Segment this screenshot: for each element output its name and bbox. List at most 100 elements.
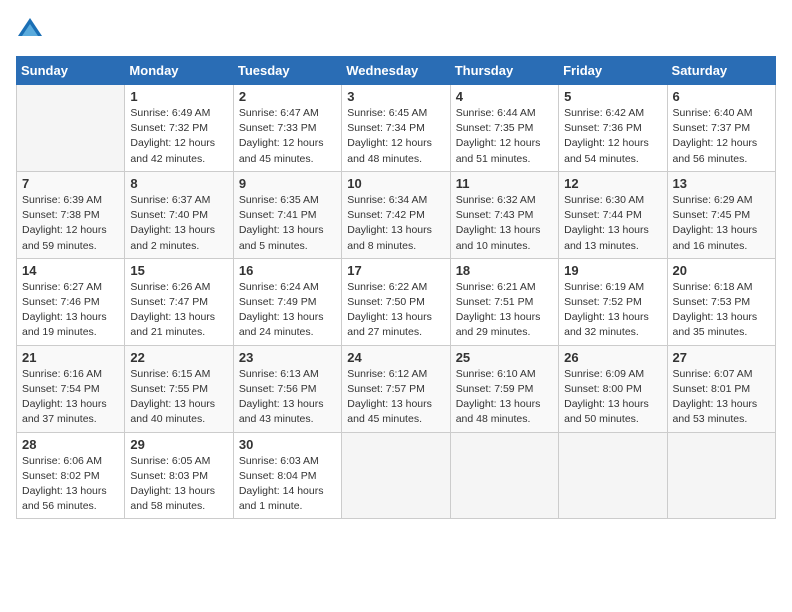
calendar-cell [667,432,775,519]
calendar-table: SundayMondayTuesdayWednesdayThursdayFrid… [16,56,776,519]
day-info: Sunrise: 6:44 AMSunset: 7:35 PMDaylight:… [456,106,553,167]
calendar-cell: 18 Sunrise: 6:21 AMSunset: 7:51 PMDayligh… [450,258,558,345]
day-number: 25 [456,350,553,365]
page-header [16,16,776,44]
calendar-week-row: 1 Sunrise: 6:49 AMSunset: 7:32 PMDaylight… [17,85,776,172]
day-number: 27 [673,350,770,365]
calendar-cell: 5 Sunrise: 6:42 AMSunset: 7:36 PMDaylight… [559,85,667,172]
day-info: Sunrise: 6:27 AMSunset: 7:46 PMDaylight:… [22,280,119,341]
day-info: Sunrise: 6:32 AMSunset: 7:43 PMDaylight:… [456,193,553,254]
calendar-cell [450,432,558,519]
calendar-cell: 10 Sunrise: 6:34 AMSunset: 7:42 PMDayligh… [342,171,450,258]
day-number: 28 [22,437,119,452]
calendar-cell: 15 Sunrise: 6:26 AMSunset: 7:47 PMDayligh… [125,258,233,345]
calendar-cell [559,432,667,519]
calendar-cell: 30 Sunrise: 6:03 AMSunset: 8:04 PMDayligh… [233,432,341,519]
calendar-cell: 17 Sunrise: 6:22 AMSunset: 7:50 PMDayligh… [342,258,450,345]
calendar-cell: 4 Sunrise: 6:44 AMSunset: 7:35 PMDaylight… [450,85,558,172]
day-number: 21 [22,350,119,365]
day-info: Sunrise: 6:13 AMSunset: 7:56 PMDaylight:… [239,367,336,428]
day-info: Sunrise: 6:49 AMSunset: 7:32 PMDaylight:… [130,106,227,167]
calendar-cell: 7Sunrise: 6:39 AMSunset: 7:38 PMDaylight… [17,171,125,258]
calendar-cell: 23 Sunrise: 6:13 AMSunset: 7:56 PMDayligh… [233,345,341,432]
calendar-cell: 11 Sunrise: 6:32 AMSunset: 7:43 PMDayligh… [450,171,558,258]
day-number: 2 [239,89,336,104]
day-info: Sunrise: 6:05 AMSunset: 8:03 PMDaylight:… [130,454,227,515]
day-info: Sunrise: 6:42 AMSunset: 7:36 PMDaylight:… [564,106,661,167]
col-header-saturday: Saturday [667,57,775,85]
calendar-cell: 12 Sunrise: 6:30 AMSunset: 7:44 PMDayligh… [559,171,667,258]
day-info: Sunrise: 6:40 AMSunset: 7:37 PMDaylight:… [673,106,770,167]
calendar-cell: 2 Sunrise: 6:47 AMSunset: 7:33 PMDaylight… [233,85,341,172]
col-header-wednesday: Wednesday [342,57,450,85]
day-number: 16 [239,263,336,278]
col-header-friday: Friday [559,57,667,85]
day-info: Sunrise: 6:26 AMSunset: 7:47 PMDaylight:… [130,280,227,341]
day-number: 24 [347,350,444,365]
day-number: 30 [239,437,336,452]
logo-icon [16,16,44,44]
calendar-cell: 26 Sunrise: 6:09 AMSunset: 8:00 PMDayligh… [559,345,667,432]
day-number: 5 [564,89,661,104]
calendar-cell: 28Sunrise: 6:06 AMSunset: 8:02 PMDayligh… [17,432,125,519]
day-info: Sunrise: 6:03 AMSunset: 8:04 PMDaylight:… [239,454,336,515]
calendar-header-row: SundayMondayTuesdayWednesdayThursdayFrid… [17,57,776,85]
calendar-cell: 19 Sunrise: 6:19 AMSunset: 7:52 PMDayligh… [559,258,667,345]
day-info: Sunrise: 6:19 AMSunset: 7:52 PMDaylight:… [564,280,661,341]
day-info: Sunrise: 6:07 AMSunset: 8:01 PMDaylight:… [673,367,770,428]
day-number: 17 [347,263,444,278]
day-number: 1 [130,89,227,104]
day-number: 7 [22,176,119,191]
day-number: 26 [564,350,661,365]
day-number: 3 [347,89,444,104]
day-number: 8 [130,176,227,191]
calendar-cell: 29Sunrise: 6:05 AMSunset: 8:03 PMDayligh… [125,432,233,519]
day-info: Sunrise: 6:37 AMSunset: 7:40 PMDaylight:… [130,193,227,254]
calendar-cell [342,432,450,519]
calendar-cell: 14 Sunrise: 6:27 AMSunset: 7:46 PMDayligh… [17,258,125,345]
day-info: Sunrise: 6:18 AMSunset: 7:53 PMDaylight:… [673,280,770,341]
day-info: Sunrise: 6:09 AMSunset: 8:00 PMDaylight:… [564,367,661,428]
calendar-cell: 24Sunrise: 6:12 AMSunset: 7:57 PMDayligh… [342,345,450,432]
calendar-week-row: 21 Sunrise: 6:16 AMSunset: 7:54 PMDayligh… [17,345,776,432]
day-number: 4 [456,89,553,104]
day-info: Sunrise: 6:29 AMSunset: 7:45 PMDaylight:… [673,193,770,254]
day-number: 23 [239,350,336,365]
calendar-cell: 8 Sunrise: 6:37 AMSunset: 7:40 PMDaylight… [125,171,233,258]
calendar-cell: 22Sunrise: 6:15 AMSunset: 7:55 PMDayligh… [125,345,233,432]
calendar-cell: 27 Sunrise: 6:07 AMSunset: 8:01 PMDayligh… [667,345,775,432]
day-info: Sunrise: 6:35 AMSunset: 7:41 PMDaylight:… [239,193,336,254]
day-number: 11 [456,176,553,191]
day-info: Sunrise: 6:16 AMSunset: 7:54 PMDaylight:… [22,367,119,428]
day-number: 20 [673,263,770,278]
day-info: Sunrise: 6:34 AMSunset: 7:42 PMDaylight:… [347,193,444,254]
calendar-cell: 13 Sunrise: 6:29 AMSunset: 7:45 PMDayligh… [667,171,775,258]
calendar-week-row: 28Sunrise: 6:06 AMSunset: 8:02 PMDayligh… [17,432,776,519]
day-info: Sunrise: 6:22 AMSunset: 7:50 PMDaylight:… [347,280,444,341]
calendar-cell: 16 Sunrise: 6:24 AMSunset: 7:49 PMDayligh… [233,258,341,345]
calendar-cell: 9 Sunrise: 6:35 AMSunset: 7:41 PMDaylight… [233,171,341,258]
day-number: 13 [673,176,770,191]
day-info: Sunrise: 6:47 AMSunset: 7:33 PMDaylight:… [239,106,336,167]
day-info: Sunrise: 6:24 AMSunset: 7:49 PMDaylight:… [239,280,336,341]
col-header-tuesday: Tuesday [233,57,341,85]
col-header-monday: Monday [125,57,233,85]
day-number: 12 [564,176,661,191]
calendar-cell: 1 Sunrise: 6:49 AMSunset: 7:32 PMDaylight… [125,85,233,172]
day-number: 19 [564,263,661,278]
day-number: 14 [22,263,119,278]
calendar-week-row: 14 Sunrise: 6:27 AMSunset: 7:46 PMDayligh… [17,258,776,345]
day-number: 9 [239,176,336,191]
day-info: Sunrise: 6:15 AMSunset: 7:55 PMDaylight:… [130,367,227,428]
calendar-week-row: 7Sunrise: 6:39 AMSunset: 7:38 PMDaylight… [17,171,776,258]
day-info: Sunrise: 6:21 AMSunset: 7:51 PMDaylight:… [456,280,553,341]
day-number: 15 [130,263,227,278]
calendar-cell: 3Sunrise: 6:45 AMSunset: 7:34 PMDaylight… [342,85,450,172]
day-info: Sunrise: 6:30 AMSunset: 7:44 PMDaylight:… [564,193,661,254]
calendar-cell: 21 Sunrise: 6:16 AMSunset: 7:54 PMDayligh… [17,345,125,432]
col-header-sunday: Sunday [17,57,125,85]
calendar-cell: 20 Sunrise: 6:18 AMSunset: 7:53 PMDayligh… [667,258,775,345]
calendar-cell: 25Sunrise: 6:10 AMSunset: 7:59 PMDayligh… [450,345,558,432]
day-number: 18 [456,263,553,278]
day-number: 10 [347,176,444,191]
